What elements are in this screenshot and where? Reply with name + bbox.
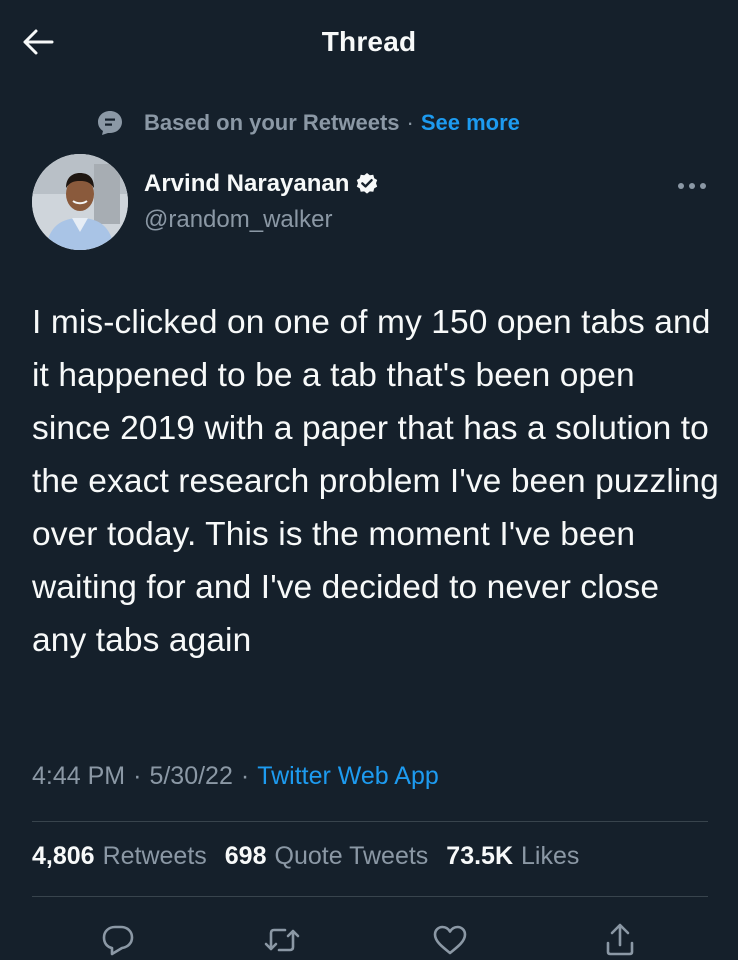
retweets-count: 4,806 (32, 842, 95, 870)
see-more-link[interactable]: See more (421, 110, 520, 136)
meta-separator-2: · (240, 762, 250, 790)
quote-tweets-label: Quote Tweets (274, 842, 429, 870)
likes-label: Likes (521, 842, 580, 870)
author-name-row[interactable]: Arvind Narayanan (144, 170, 379, 198)
share-icon (606, 923, 634, 956)
tweet-date[interactable]: 5/30/22 (149, 762, 232, 791)
likes-count: 73.5K (446, 842, 514, 870)
more-options-button[interactable] (672, 172, 712, 200)
avatar[interactable] (32, 154, 128, 250)
quote-tweets-stat[interactable]: 698 Quote Tweets (225, 842, 429, 871)
engagement-stats: 4,806 Retweets 698 Quote Tweets 73.5K Li… (32, 842, 597, 871)
retweets-stat[interactable]: 4,806 Retweets (32, 842, 207, 871)
reply-icon (102, 925, 134, 956)
divider-bottom (32, 896, 708, 897)
like-icon (433, 925, 467, 955)
retweet-button[interactable] (260, 920, 304, 960)
top-bar: Thread (0, 0, 738, 86)
reply-button[interactable] (96, 920, 140, 960)
divider-top (32, 821, 708, 822)
tweet-time[interactable]: 4:44 PM (32, 762, 125, 791)
tweet-source-link[interactable]: Twitter Web App (257, 762, 439, 791)
chat-bubble-icon (96, 109, 124, 137)
page-title: Thread (321, 26, 417, 57)
action-bar (0, 914, 738, 960)
author-handle[interactable]: @random_walker (144, 206, 332, 234)
meta-separator: · (133, 762, 142, 790)
social-context: Based on your Retweets · See more (96, 106, 520, 140)
likes-stat[interactable]: 73.5K Likes (446, 842, 579, 871)
author-name: Arvind Narayanan (144, 170, 350, 197)
tweet-meta: 4:44 PM · 5/30/22 · Twitter Web App (32, 762, 439, 791)
retweet-icon (264, 928, 300, 952)
retweets-label: Retweets (102, 842, 207, 870)
more-dots-icon (678, 183, 706, 189)
tweet-text: I mis-clicked on one of my 150 open tabs… (32, 304, 719, 659)
verified-badge-icon (355, 172, 379, 196)
share-button[interactable] (598, 920, 642, 960)
like-button[interactable] (428, 920, 472, 960)
context-separator: · (406, 110, 414, 135)
quote-tweets-count: 698 (224, 842, 267, 870)
context-text: Based on your Retweets (144, 110, 400, 135)
